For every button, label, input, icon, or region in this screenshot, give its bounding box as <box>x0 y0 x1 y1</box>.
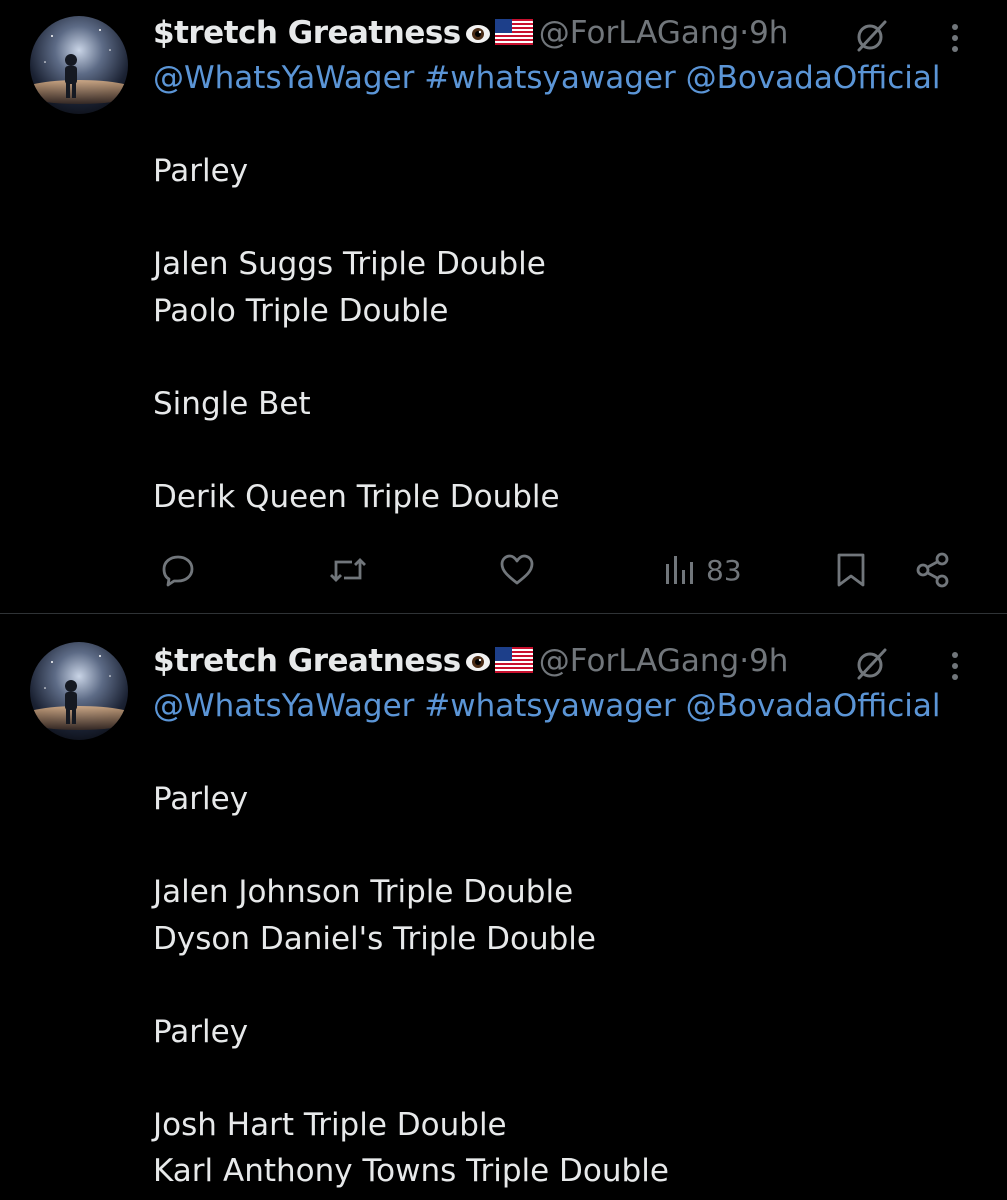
tweet-mentions[interactable]: @WhatsYaWager #whatsyawager @BovadaOffic… <box>153 684 941 728</box>
user-handle[interactable]: @ForLAGang <box>539 15 739 51</box>
like-icon <box>498 552 536 588</box>
retweet-icon <box>328 552 368 588</box>
us-flag-icon <box>494 640 533 686</box>
display-name[interactable]: $tretch Greatness <box>153 643 461 679</box>
reply-button[interactable] <box>160 545 196 595</box>
tweet[interactable]: $tretch Greatness @ForLAGang·9h @WhatsYaW… <box>0 614 1007 1200</box>
reply-icon <box>160 552 196 588</box>
display-name[interactable]: $tretch Greatness <box>153 15 461 51</box>
views-icon <box>664 552 698 588</box>
tweet-mentions[interactable]: @WhatsYaWager #whatsyawager @BovadaOffic… <box>153 56 941 100</box>
us-flag-icon <box>494 12 533 58</box>
retweet-button[interactable] <box>328 545 368 595</box>
more-options-icon[interactable] <box>948 20 962 69</box>
user-handle[interactable]: @ForLAGang <box>539 643 739 679</box>
tweet-header: $tretch Greatness @ForLAGang·9h <box>153 638 983 684</box>
share-button[interactable] <box>914 545 952 595</box>
separator-dot: · <box>739 15 750 51</box>
views-button[interactable]: 83 <box>664 545 742 595</box>
timestamp[interactable]: 9h <box>749 15 788 51</box>
tweet-text: Parley Jalen Johnson Triple Double Dyson… <box>153 781 669 1189</box>
bookmark-icon <box>834 551 868 589</box>
tweet-header: $tretch Greatness @ForLAGang·9h <box>153 10 983 56</box>
avatar[interactable] <box>30 642 128 740</box>
views-count: 83 <box>706 553 742 587</box>
bookmark-button[interactable] <box>834 545 868 595</box>
share-icon <box>914 551 952 589</box>
avatar[interactable] <box>30 16 128 114</box>
separator-dot: · <box>739 643 750 679</box>
like-button[interactable] <box>498 545 536 595</box>
tweet[interactable]: $tretch Greatness @ForLAGang·9h @WhatsYaW… <box>0 0 1007 613</box>
tweet-text: Parley Jalen Suggs Triple Double Paolo T… <box>153 153 560 515</box>
tweet-actions: 83 <box>0 545 1007 595</box>
eye-icon <box>464 640 492 686</box>
eye-icon <box>464 12 492 58</box>
timestamp[interactable]: 9h <box>749 643 788 679</box>
more-options-icon[interactable] <box>948 648 962 697</box>
